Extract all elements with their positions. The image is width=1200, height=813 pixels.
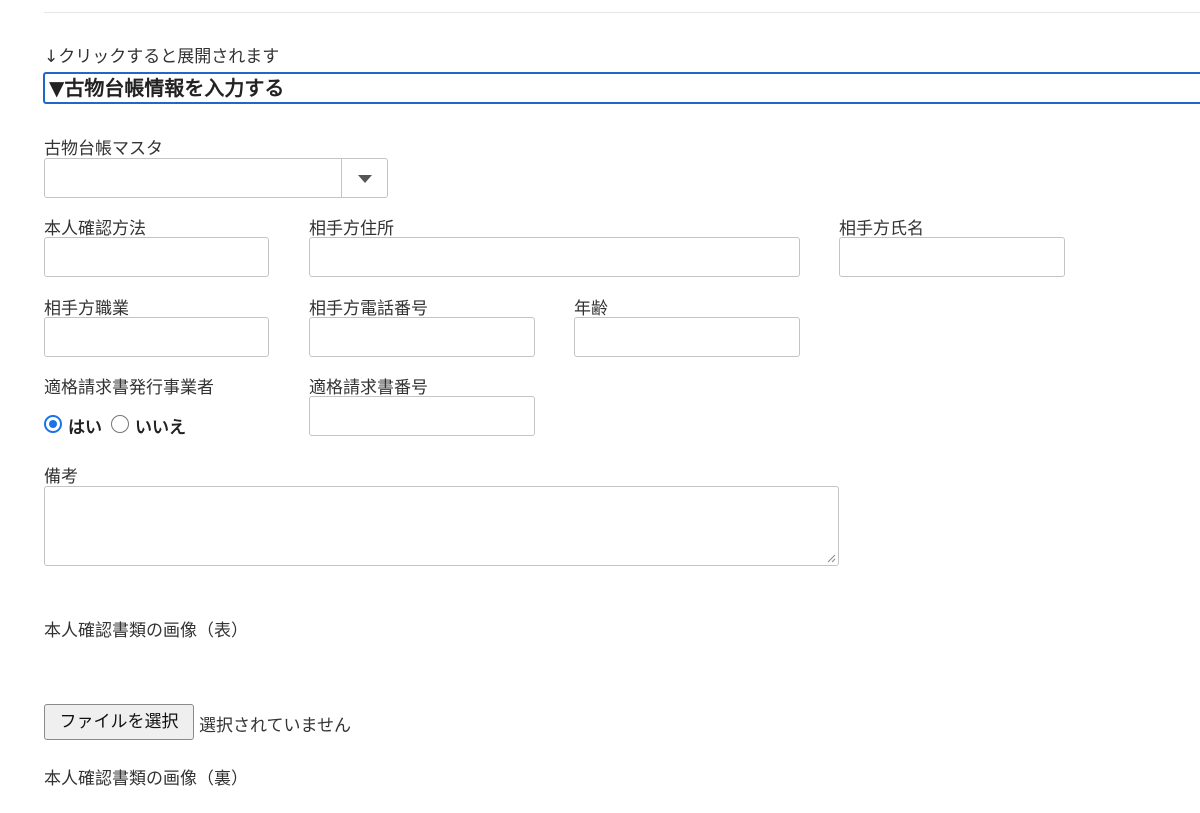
occupation-label: 相手方職業 <box>44 299 129 319</box>
invoice-number-label: 適格請求書番号 <box>309 378 428 398</box>
address-label: 相手方住所 <box>309 219 394 239</box>
id-method-label: 本人確認方法 <box>44 219 146 239</box>
chevron-down-icon[interactable] <box>358 175 372 183</box>
id-method-input[interactable] <box>44 237 269 277</box>
invoice-number-input[interactable] <box>309 396 535 436</box>
address-input[interactable] <box>309 237 800 277</box>
age-input[interactable] <box>574 317 800 357</box>
phone-input[interactable] <box>309 317 535 357</box>
qualified-issuer-label: 適格請求書発行事業者 <box>44 378 214 398</box>
phone-label: 相手方電話番号 <box>309 299 428 319</box>
id-doc-front-label: 本人確認書類の画像（表） <box>44 621 248 641</box>
name-label: 相手方氏名 <box>839 219 924 239</box>
id-doc-back-label: 本人確認書類の画像（裏） <box>44 769 248 789</box>
expand-hint: ↓クリックすると展開されます <box>44 47 280 67</box>
ledger-section-toggle[interactable]: ▼古物台帳情報を入力する <box>43 72 1200 104</box>
file-status-text: 選択されていません <box>199 716 351 736</box>
choose-file-button[interactable]: ファイルを選択 <box>44 704 194 740</box>
top-divider <box>44 12 1200 13</box>
radio-no-label[interactable]: いいえ <box>135 413 186 438</box>
ledger-master-label: 古物台帳マスタ <box>44 139 163 159</box>
ledger-master-select[interactable] <box>44 158 388 198</box>
radio-yes[interactable] <box>44 415 62 433</box>
notes-label: 備考 <box>44 467 78 487</box>
radio-no[interactable] <box>111 415 129 433</box>
age-label: 年齢 <box>574 299 608 319</box>
occupation-input[interactable] <box>44 317 269 357</box>
radio-yes-label[interactable]: はい <box>68 413 102 438</box>
notes-textarea[interactable] <box>44 486 839 566</box>
select-separator <box>341 159 342 197</box>
name-input[interactable] <box>839 237 1065 277</box>
resize-grip-icon[interactable] <box>826 553 836 563</box>
